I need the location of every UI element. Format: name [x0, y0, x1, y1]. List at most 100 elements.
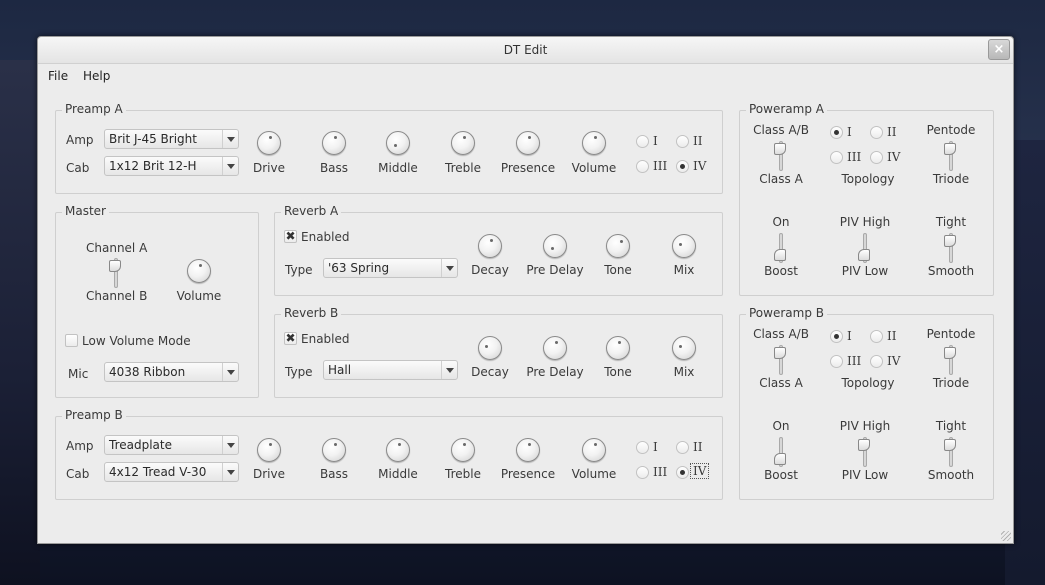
poweramp-b-tight-thumb[interactable]	[944, 439, 956, 451]
reverb-b-group: Reverb B ✖ Enabled Type Hall Decay Pre D…	[274, 306, 723, 398]
poweramp-b-boost-thumb[interactable]	[774, 453, 786, 465]
preamp-a-voicing-i-radio[interactable]	[636, 135, 649, 148]
poweramp-b-class-thumb[interactable]	[774, 347, 786, 359]
close-icon[interactable]: ×	[988, 39, 1010, 60]
preamp-a-bass-knob[interactable]	[322, 131, 346, 155]
poweramp-b-topology-iv-label: IV	[887, 354, 901, 368]
preamp-b-volume-knob[interactable]	[582, 438, 606, 462]
poweramp-b-topology-i-radio[interactable]	[830, 330, 843, 343]
chevron-down-icon	[222, 363, 238, 381]
reverb-a-predelay-knob[interactable]	[543, 234, 567, 258]
preamp-b-amp-select[interactable]: Treadplate	[104, 435, 239, 455]
poweramp-a-pentode-thumb[interactable]	[944, 143, 956, 155]
preamp-a-group: Preamp A Amp Brit J-45 Bright Cab 1x12 B…	[55, 102, 723, 194]
preamp-a-amp-select[interactable]: Brit J-45 Bright	[104, 129, 239, 149]
poweramp-b-class-ab-label: Class A/B	[753, 327, 809, 341]
preamp-b-voicing-ii-radio[interactable]	[676, 441, 689, 454]
reverb-b-tone-knob[interactable]	[606, 336, 630, 360]
poweramp-a-topology-iii-radio[interactable]	[830, 151, 843, 164]
preamp-a-cab-value: 1x12 Brit 12-H	[109, 159, 197, 173]
poweramp-b-piv-thumb[interactable]	[858, 439, 870, 451]
poweramp-a-boost-switch[interactable]	[773, 233, 789, 263]
channel-switch-thumb[interactable]	[109, 260, 121, 272]
poweramp-b-pentode-switch[interactable]	[943, 345, 959, 375]
preamp-b-voicing-iv-radio[interactable]	[676, 466, 689, 479]
preamp-b-bass-knob[interactable]	[322, 438, 346, 462]
reverb-b-predelay-knob[interactable]	[543, 336, 567, 360]
reverb-a-mix-knob[interactable]	[672, 234, 696, 258]
preamp-b-middle-knob[interactable]	[386, 438, 410, 462]
poweramp-a-topology-iv-label: IV	[887, 150, 901, 164]
preamp-b-title: Preamp B	[62, 408, 126, 422]
preamp-b-treble-knob[interactable]	[451, 438, 475, 462]
reverb-a-type-select[interactable]: '63 Spring	[323, 258, 458, 278]
preamp-b-cab-select[interactable]: 4x12 Tread V-30	[104, 462, 239, 482]
poweramp-b-boost-switch[interactable]	[773, 437, 789, 467]
preamp-a-treble-knob[interactable]	[451, 131, 475, 155]
mic-label: Mic	[68, 367, 89, 381]
poweramp-b-topology-iv-radio[interactable]	[870, 355, 883, 368]
reverb-a-tone-knob[interactable]	[606, 234, 630, 258]
reverb-b-type-value: Hall	[328, 363, 352, 377]
poweramp-a-topology-ii-label: II	[887, 125, 897, 139]
poweramp-a-piv-switch[interactable]	[857, 233, 873, 263]
mic-value: 4038 Ribbon	[109, 365, 186, 379]
poweramp-a-tight-thumb[interactable]	[944, 235, 956, 247]
reverb-b-enabled-checkbox[interactable]: ✖	[284, 332, 297, 345]
chevron-down-icon	[222, 130, 238, 148]
reverb-a-enabled-checkbox[interactable]: ✖	[284, 230, 297, 243]
poweramp-a-tight-switch[interactable]	[943, 233, 959, 263]
reverb-a-decay-knob[interactable]	[478, 234, 502, 258]
poweramp-b-boost-label: Boost	[764, 468, 798, 482]
poweramp-b-topology-iii-radio[interactable]	[830, 355, 843, 368]
poweramp-b-class-a-label: Class A	[759, 376, 803, 390]
poweramp-a-pentode-switch[interactable]	[943, 141, 959, 171]
preamp-a-amp-label: Amp	[66, 133, 94, 147]
preamp-a-voicing-iii-radio[interactable]	[636, 160, 649, 173]
title-bar[interactable]: DT Edit ×	[38, 37, 1013, 64]
preamp-a-voicing-iv-radio[interactable]	[676, 160, 689, 173]
poweramp-b-topology-ii-label: II	[887, 329, 897, 343]
poweramp-b-tight-switch[interactable]	[943, 437, 959, 467]
preamp-a-middle-knob[interactable]	[386, 131, 410, 155]
poweramp-b-topology-ii-radio[interactable]	[870, 330, 883, 343]
poweramp-a-topology-i-label: I	[847, 125, 852, 139]
reverb-b-mix-knob[interactable]	[672, 336, 696, 360]
poweramp-b-group: Poweramp B Class A/B Class A I II III IV…	[739, 306, 994, 500]
reverb-a-group: Reverb A ✖ Enabled Type '63 Spring Decay…	[274, 204, 723, 296]
poweramp-a-topology-iv-radio[interactable]	[870, 151, 883, 164]
mic-select[interactable]: 4038 Ribbon	[104, 362, 239, 382]
channel-switch[interactable]	[108, 258, 124, 288]
resize-grip-icon[interactable]	[1001, 531, 1011, 541]
preamp-a-voicing-iv-label: IV	[693, 159, 707, 173]
low-volume-mode-checkbox[interactable]	[65, 334, 78, 347]
menu-file[interactable]: File	[48, 69, 68, 83]
poweramp-a-class-switch[interactable]	[773, 141, 789, 171]
preamp-b-voicing-i-radio[interactable]	[636, 441, 649, 454]
preamp-a-presence-knob[interactable]	[516, 131, 540, 155]
poweramp-a-topology-i-radio[interactable]	[830, 126, 843, 139]
poweramp-a-topology-ii-radio[interactable]	[870, 126, 883, 139]
poweramp-a-piv-low-label: PIV Low	[841, 264, 889, 278]
poweramp-a-title: Poweramp A	[746, 102, 827, 116]
preamp-b-drive-knob[interactable]	[257, 438, 281, 462]
reverb-b-type-select[interactable]: Hall	[323, 360, 458, 380]
preamp-b-presence-knob[interactable]	[516, 438, 540, 462]
preamp-b-voicing-iii-radio[interactable]	[636, 466, 649, 479]
poweramp-a-smooth-label: Smooth	[927, 264, 975, 278]
preamp-a-drive-knob[interactable]	[257, 131, 281, 155]
poweramp-a-class-thumb[interactable]	[774, 143, 786, 155]
poweramp-a-boost-thumb[interactable]	[774, 249, 786, 261]
poweramp-b-class-switch[interactable]	[773, 345, 789, 375]
preamp-a-voicing-ii-radio[interactable]	[676, 135, 689, 148]
reverb-b-decay-knob[interactable]	[478, 336, 502, 360]
preamp-a-cab-select[interactable]: 1x12 Brit 12-H	[104, 156, 239, 176]
poweramp-b-piv-switch[interactable]	[857, 437, 873, 467]
menu-help[interactable]: Help	[83, 69, 110, 83]
preamp-a-volume-knob[interactable]	[582, 131, 606, 155]
poweramp-a-piv-thumb[interactable]	[858, 249, 870, 261]
poweramp-b-pentode-thumb[interactable]	[944, 347, 956, 359]
preamp-a-cab-label: Cab	[66, 161, 90, 175]
poweramp-a-piv-high-label: PIV High	[839, 215, 891, 229]
master-volume-knob[interactable]	[187, 259, 211, 283]
